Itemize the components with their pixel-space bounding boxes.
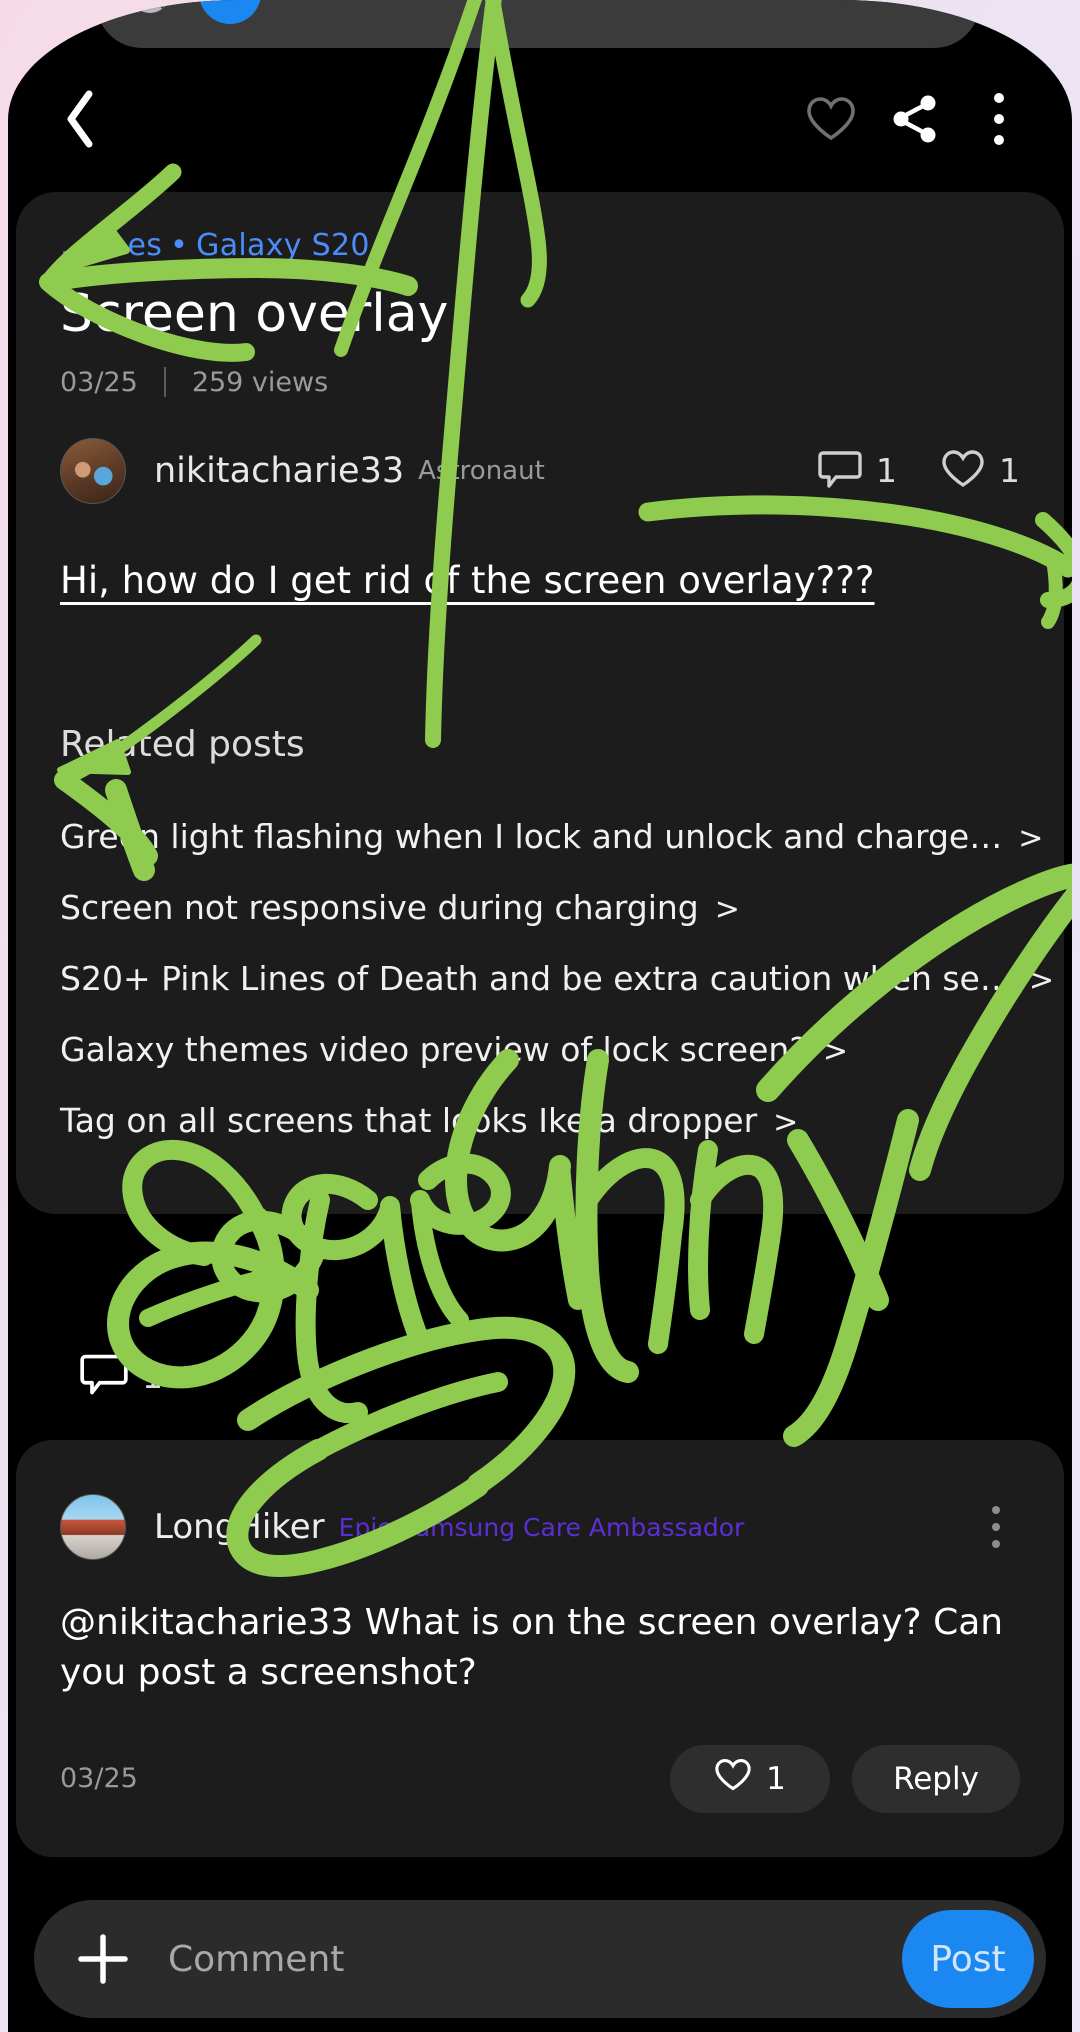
comments-total-count: 1 [142, 1356, 163, 1396]
volume-muted-icon[interactable] [124, 0, 176, 19]
related-posts-heading: Related posts [60, 723, 305, 765]
comment-actions: 1 Reply [670, 1744, 1020, 1813]
comment-like-button[interactable]: 1 [670, 1744, 830, 1813]
author-rank: Astronaut [418, 455, 545, 486]
reply-label: Reply [893, 1760, 979, 1797]
commenter-name[interactable]: LongHiker [154, 1507, 325, 1547]
chevron-down-icon[interactable] [898, 0, 952, 7]
heart-outline-icon [714, 1758, 752, 1800]
comment-input[interactable] [168, 1938, 902, 1980]
comments-total-stat[interactable]: 1 [80, 1352, 163, 1400]
chevron-right-icon: > [773, 1104, 799, 1140]
status-badge: Epic Samsung Care Ambassador [338, 1512, 745, 1542]
reply-button[interactable]: Reply [852, 1744, 1020, 1813]
related-post-title: Green light flashing when I lock and unl… [60, 816, 1003, 856]
author-row: nikitacharie33 Astronaut 1 1 [60, 437, 1020, 504]
related-post-item[interactable]: Green light flashing when I lock and unl… [60, 801, 1043, 872]
post-button[interactable]: Post [902, 1910, 1034, 2008]
avatar[interactable] [60, 437, 126, 504]
author-name[interactable]: nikitacharie33 [154, 451, 404, 491]
breadcrumb-subcategory[interactable]: Galaxy S20 [196, 228, 370, 263]
post-meta: 03/25 259 views [60, 367, 1020, 398]
chevron-right-icon: > [822, 1033, 848, 1069]
breadcrumb-separator: • [170, 228, 189, 263]
comment-bubble-icon [818, 449, 862, 493]
post-comment-count: 1 [876, 451, 897, 491]
volume-thumb[interactable] [199, 0, 261, 24]
author-stats: 1 1 [774, 449, 1020, 493]
post-like-stat[interactable]: 1 [941, 449, 1020, 493]
chevron-right-icon: > [1028, 962, 1054, 998]
related-post-title: Screen not responsive during charging [60, 887, 699, 927]
related-post-item[interactable]: Tag on all screens that looks Ike a drop… [60, 1085, 1020, 1156]
compose-bar: Post [34, 1900, 1046, 2018]
comment-bubble-icon [80, 1352, 128, 1400]
related-post-title: Tag on all screens that looks Ike a drop… [60, 1100, 758, 1140]
avatar[interactable] [60, 1494, 126, 1560]
comment-count-strip: 1 [16, 1312, 1064, 1440]
comment-date: 03/25 [60, 1763, 138, 1795]
plus-icon[interactable] [72, 1928, 134, 1990]
comment-footer: 03/25 1 Reply [60, 1744, 1020, 1813]
more-options-button[interactable] [962, 82, 1036, 156]
meta-divider [163, 367, 166, 398]
post-like-count: 1 [999, 451, 1020, 491]
favorite-button[interactable] [794, 82, 868, 156]
related-post-item[interactable]: Screen not responsive during charging > [60, 872, 1020, 943]
heart-outline-icon [941, 449, 985, 493]
comment-like-count: 1 [766, 1760, 786, 1797]
compose-bar-container: Post [16, 1886, 1064, 2032]
chevron-right-icon: > [1018, 820, 1044, 856]
commenter-row: LongHiker Epic Samsung Care Ambassador [60, 1494, 1020, 1560]
comment-more-options-button[interactable] [972, 1499, 1020, 1555]
post-views: 259 views [191, 366, 329, 398]
breadcrumb[interactable]: ...ones • Galaxy S20 [60, 228, 1020, 263]
comment-card: LongHiker Epic Samsung Care Ambassador @… [16, 1440, 1064, 1857]
related-post-title: S20+ Pink Lines of Death and be extra ca… [60, 958, 1013, 998]
app-top-bar [8, 58, 1072, 180]
back-button[interactable] [50, 88, 112, 150]
post-date: 03/25 [60, 366, 138, 398]
post-body-text: Hi, how do I get rid of the screen overl… [60, 558, 875, 602]
breadcrumb-category[interactable]: ...ones [60, 228, 162, 263]
comment-body-text: @nikitacharie33 What is on the screen ov… [60, 1602, 1004, 1694]
share-button[interactable] [878, 82, 952, 156]
volume-slider-overlay[interactable] [96, 0, 980, 48]
related-post-item[interactable]: Galaxy themes video preview of lock scre… [60, 1014, 1020, 1085]
related-post-title: Galaxy themes video preview of lock scre… [60, 1029, 807, 1069]
page-title: Screen overlay [60, 284, 449, 344]
article-card: ...ones • Galaxy S20 Screen overlay 03/25 … [16, 192, 1064, 1214]
post-comment-stat[interactable]: 1 [818, 449, 897, 493]
phone-screen: ...ones • Galaxy S20 Screen overlay 03/25 … [8, 0, 1072, 2032]
screenshot-root: ...ones • Galaxy S20 Screen overlay 03/25 … [0, 0, 1080, 2032]
chevron-right-icon: > [714, 891, 740, 927]
related-post-item[interactable]: S20+ Pink Lines of Death and be extra ca… [60, 943, 1054, 1014]
